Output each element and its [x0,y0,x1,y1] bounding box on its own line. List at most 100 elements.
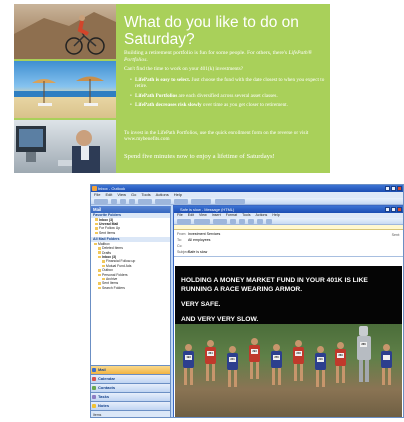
ad-intro-suffix: . [146,57,148,63]
folder-icon [102,260,105,263]
ad-bullet-bold: LifePath Portfolios [135,92,178,99]
forward-icon[interactable] [174,199,188,204]
to-row: To: All employees [177,238,210,242]
new-mail-icon[interactable] [94,199,108,204]
favorite-sent-items[interactable]: Sent Items [91,231,170,235]
cc-row: Cc: [177,244,188,248]
message-window-title: Safe is slow - Message (HTML) [180,207,235,212]
runner-leg [278,368,281,385]
knight-armor [357,336,371,360]
sent-label: Sent: [391,233,400,237]
runner-leg [206,364,209,381]
nav-button-notes[interactable]: Notes [91,401,170,410]
runner-leg [322,370,325,387]
nav-button-tasks[interactable]: Tasks [91,392,170,401]
runner-head [383,344,390,351]
folder-search-folders[interactable]: Search Folders [91,286,170,290]
nav-buttons: Mail Calendar Contacts Tasks Notes [91,365,170,410]
runner-leg [300,364,303,381]
runner-leg [294,364,297,381]
bib-number: 269 [337,353,344,358]
cyclist-photo [14,4,116,59]
folder-icon [94,242,97,246]
runner-leg [184,368,187,385]
close-icon[interactable] [397,186,402,191]
folder-label: Inbox (3) [102,255,117,260]
forward-icon[interactable] [213,219,227,224]
nav-button-calendar[interactable]: Calendar [91,374,170,383]
nav-button-label: Tasks [98,394,110,399]
minimize-icon[interactable] [385,186,390,191]
maximize-icon[interactable] [391,207,396,212]
bib-number: 256 [273,355,280,360]
knight-leg [359,360,363,382]
runner-head [229,346,236,353]
message-header: From: Investment Services To: All employee… [174,230,403,257]
runner-head [337,342,344,349]
previous-icon[interactable] [257,219,263,224]
outlook-window-title: Inbox - Outlook [98,186,126,191]
ad-bullet: LifePath decreases risk slowly over time… [130,102,328,109]
navigation-pane: Mail Favorite Folders Inbox (3) Unread M… [91,206,171,417]
print-icon[interactable] [230,219,236,224]
delete-icon[interactable] [248,219,254,224]
runner-leg [256,362,259,379]
reply-all-icon[interactable] [194,219,210,224]
bib-number: 216 [317,357,324,362]
find-icon[interactable] [215,199,245,204]
reply-icon[interactable] [177,219,191,224]
from-label: From: [177,232,187,236]
runner-leg [316,370,319,387]
folder-label: Inbox (3) [99,217,114,222]
to-value[interactable]: All employees [188,238,210,242]
ad-bullet: LifePath is easy to select. Just choose … [130,77,328,90]
bib-number: 248 [295,351,302,356]
nav-button-label: Mail [98,367,106,372]
print-icon[interactable] [111,199,117,204]
outlook-window: Inbox - Outlook File Edit View Go Tools … [90,184,404,418]
folder-label: Sent Items [102,281,119,286]
minimize-icon[interactable] [385,207,390,212]
folder-icon [98,273,101,277]
mail-icon [92,368,96,372]
flag-icon[interactable] [239,219,245,224]
ad-invest-text: To invest in the LifePath Portfolios, us… [124,130,309,143]
runner-leg [234,370,237,387]
cc-label: Cc: [177,244,183,248]
next-icon[interactable] [266,219,272,224]
folder-icon [98,282,101,285]
nav-button-label: Contacts [98,385,116,390]
move-icon[interactable] [120,199,126,204]
bib-number [383,355,390,360]
nav-button-label: Calendar [98,376,116,381]
window-controls [385,186,402,191]
close-icon[interactable] [397,207,402,212]
message-window: Safe is slow - Message (HTML) File Edit … [173,205,403,417]
folder-icon [95,227,98,230]
outlook-titlebar: Inbox - Outlook [91,185,403,192]
reply-all-icon[interactable] [155,199,171,204]
folder-icon [102,277,105,281]
folder-label: Personal Folders [102,272,128,277]
folder-label: Outbox [102,268,113,273]
delete-icon[interactable] [129,199,135,204]
body-line-slow: AND VERY VERY SLOW. [181,316,259,323]
beach-photo [14,61,116,118]
folder-label: Unread Mail [99,222,119,226]
from-value[interactable]: Investment Services [188,232,220,236]
ad-bullet-bold: LifePath decreases risk slowly [135,102,202,109]
folder-icon [102,264,105,268]
ad-bullet: LifePath Portfolios are each diversified… [130,92,328,100]
folder-icon [98,247,101,250]
nav-button-contacts[interactable]: Contacts [91,383,170,392]
maximize-icon[interactable] [391,186,396,191]
ad-question: Can't find the time to work on your 401(… [124,66,244,72]
folder-icon [98,286,101,290]
runner-leg [388,368,391,385]
reply-icon[interactable] [138,199,152,204]
folder-label: Search Folders [102,285,125,290]
folder-label: Mailbox [98,241,110,246]
nav-button-mail[interactable]: Mail [91,365,170,374]
folder-icon [95,231,98,235]
send-receive-icon[interactable] [191,199,211,204]
